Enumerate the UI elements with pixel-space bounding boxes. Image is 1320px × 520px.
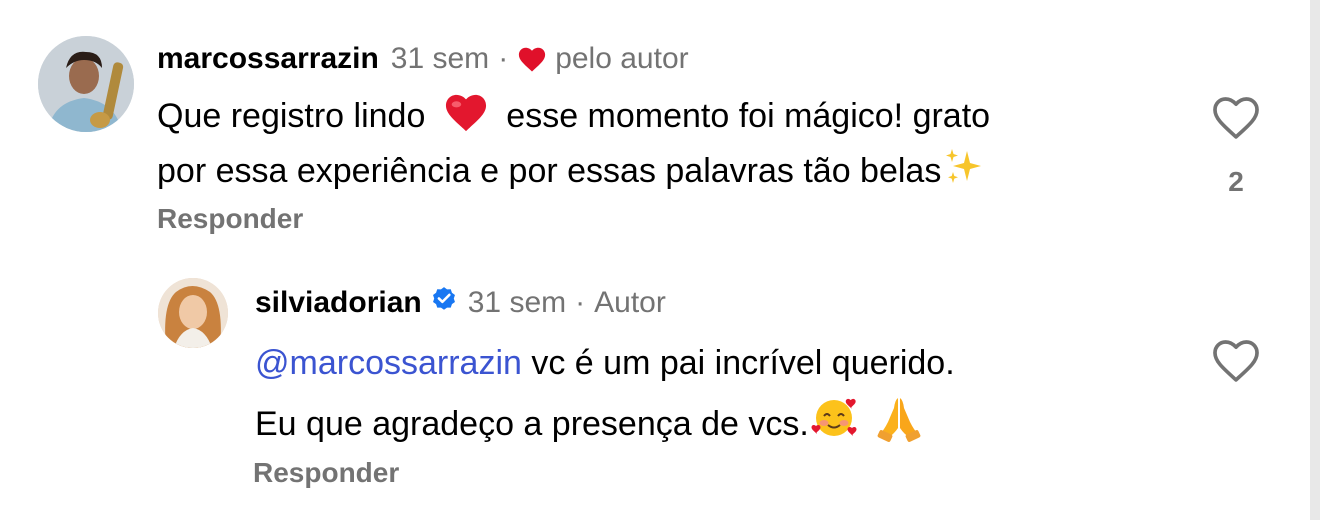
comment-text-line-1: @marcossarrazin vc é um pai incrível que… [255, 344, 955, 382]
comment-meta: marcossarrazin 31 sem · pelo autor [157, 41, 689, 77]
comment-text: Que registro lindo esse momento foi mági… [157, 91, 1167, 201]
comment-text-line-2: Eu que agradeço a presença de vcs. [255, 392, 1175, 460]
reply-button[interactable]: Responder [253, 456, 399, 490]
smiling-face-with-hearts-emoji [809, 392, 859, 460]
comment-text-line-2: por essa experiência e por essas palavra… [157, 145, 1167, 201]
like-button[interactable] [1210, 336, 1262, 384]
comment-silviadorian: silviadorian 31 sem · Autor @marcossarra… [0, 260, 1320, 520]
red-heart-emoji [443, 91, 489, 145]
verified-badge-icon [430, 284, 458, 321]
avatar-photo [38, 36, 134, 132]
heart-outline-icon [1213, 97, 1259, 139]
heart-outline-icon [1213, 340, 1259, 382]
like-button[interactable] [1210, 93, 1262, 141]
separator-dot: · [575, 285, 586, 319]
reply-button[interactable]: Responder [157, 202, 303, 236]
separator-dot: · [498, 42, 509, 75]
timestamp: 31 sem [390, 42, 490, 75]
avatar[interactable] [38, 36, 134, 132]
comment-text: @marcossarrazin vc é um pai incrível que… [255, 334, 1175, 460]
timestamp: 31 sem [467, 285, 567, 319]
comment-text-line-1: Que registro lindo esse momento foi mági… [157, 91, 1167, 145]
folded-hands-emoji [874, 392, 924, 460]
sparkles-emoji [941, 145, 985, 201]
heart-red-icon [519, 47, 546, 72]
author-label: Autor [594, 285, 666, 319]
like-count: 2 [1228, 166, 1244, 197]
liked-by-author-label: pelo autor [555, 42, 689, 75]
avatar[interactable] [158, 278, 228, 348]
mention-link[interactable]: @marcossarrazin [255, 344, 522, 382]
scrollbar-track[interactable] [1310, 0, 1320, 520]
username[interactable]: silviadorian [255, 285, 422, 321]
comment-meta: silviadorian 31 sem · Autor [255, 284, 666, 321]
username[interactable]: marcossarrazin [157, 41, 379, 77]
avatar-photo [158, 278, 228, 348]
comment-marcossarrazin: marcossarrazin 31 sem · pelo autor Que r… [0, 0, 1320, 260]
